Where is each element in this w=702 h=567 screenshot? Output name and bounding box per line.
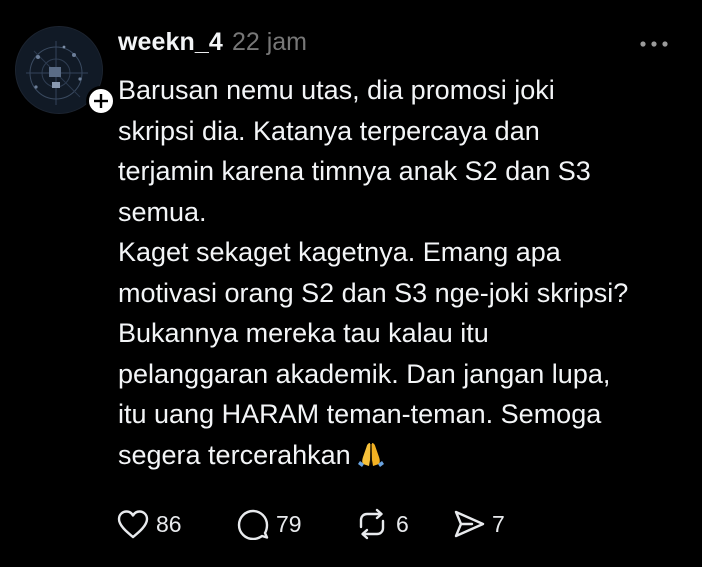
folded-hands-icon	[357, 442, 384, 467]
post-body-line: Kaget sekaget kagetnya. Emang apa	[118, 237, 561, 267]
more-options-button[interactable]	[636, 34, 672, 54]
post-body-last-line: segera tercerahkan	[118, 435, 690, 476]
post-body-line: semua.	[118, 196, 207, 227]
like-count: 86	[156, 510, 182, 537]
post-body-line: segera tercerahkan	[118, 439, 351, 470]
reply-count: 79	[276, 510, 302, 537]
post-body-line: skripsi dia. Katanya terpercaya dan	[118, 115, 540, 146]
more-dots-icon	[640, 41, 668, 47]
post-body-line: terjamin karena timnya anak S2 dan S3	[118, 156, 591, 186]
post-header: weekn_4 22 jam	[118, 28, 307, 62]
plus-icon	[94, 94, 108, 108]
folded-hands-emoji	[357, 439, 385, 480]
comment-icon	[237, 509, 269, 540]
reply-button[interactable]: 79	[236, 505, 354, 543]
repost-count: 6	[396, 510, 409, 537]
share-count: 7	[492, 510, 505, 537]
like-button[interactable]: 86	[116, 505, 236, 543]
heart-icon	[117, 510, 149, 539]
action-bar: 86 79 6 7	[116, 505, 512, 543]
repost-button[interactable]: 6	[354, 505, 452, 543]
post-body-line: pelanggaran akademik. Dan jangan lupa,	[118, 358, 611, 389]
post-time: 22 jam	[231, 28, 307, 56]
post-body-line: itu uang HARAM teman-teman. Semoga	[118, 399, 602, 429]
post-body-line: Bukannya mereka tau kalau itu	[118, 318, 489, 348]
avatar-container	[15, 26, 116, 116]
post-body-line: motivasi orang S2 dan S3 nge-joki skrips…	[118, 277, 629, 308]
username[interactable]: weekn_4	[118, 28, 223, 57]
follow-button[interactable]	[86, 86, 116, 116]
send-icon	[454, 510, 485, 538]
share-button[interactable]: 7	[452, 505, 512, 543]
thread-post: weekn_4 22 jam Barusan nemu utas, dia pr…	[0, 0, 702, 567]
post-body-line: Barusan nemu utas, dia promosi joki	[118, 75, 555, 105]
post-body: Barusan nemu utas, dia promosi joki skri…	[118, 70, 690, 475]
repost-icon	[359, 508, 385, 540]
